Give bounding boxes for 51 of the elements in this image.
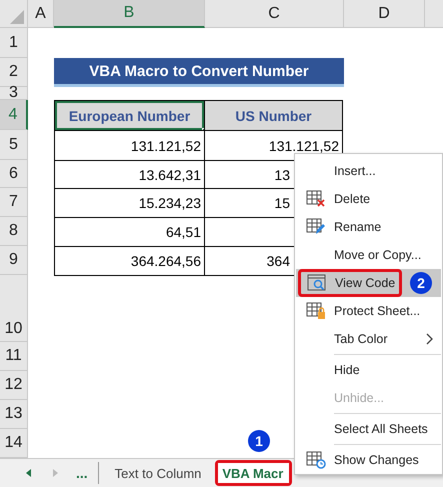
- row-header[interactable]: 5: [0, 130, 28, 160]
- row-header[interactable]: 10: [0, 275, 28, 342]
- table-header-cell: European Number: [54, 100, 205, 131]
- row-header[interactable]: 8: [0, 217, 28, 246]
- menu-label: Rename: [334, 220, 382, 234]
- menu-label: Unhide...: [334, 391, 384, 405]
- row-header[interactable]: 13: [0, 400, 28, 429]
- menu-item[interactable]: Select All Sheets: [296, 415, 441, 443]
- table-cell: 364.264,56: [54, 246, 205, 276]
- row-header[interactable]: 6: [0, 160, 28, 188]
- row-header[interactable]: 12: [0, 371, 28, 400]
- row-header[interactable]: 9: [0, 246, 28, 275]
- menu-item[interactable]: View Code 2: [296, 269, 441, 297]
- scroll-left-icon[interactable]: [24, 468, 34, 478]
- column-header[interactable]: D: [344, 0, 425, 28]
- menu-label: Tab Color: [334, 332, 388, 346]
- row-header[interactable]: 1: [0, 28, 28, 58]
- menu-label: Protect Sheet...: [334, 304, 420, 318]
- sheet-tab[interactable]: VBA Macr: [218, 463, 290, 483]
- column-header[interactable]: C: [205, 0, 344, 28]
- lock-sheet-icon: [306, 302, 326, 320]
- table-cell: 131.121,52: [54, 130, 205, 161]
- rename-icon: [306, 218, 326, 236]
- row-header[interactable]: 3: [0, 87, 28, 100]
- row-header[interactable]: 4: [0, 100, 28, 130]
- menu-label: View Code: [335, 276, 396, 290]
- show-changes-icon: [306, 451, 326, 469]
- row-header[interactable]: 2: [0, 58, 28, 87]
- scroll-right-icon[interactable]: [50, 468, 60, 478]
- row-header[interactable]: 11: [0, 342, 28, 371]
- step-badge: 1: [248, 430, 270, 452]
- sheet-tab[interactable]: Text to Column: [110, 459, 208, 487]
- view-code-icon: [307, 274, 327, 292]
- menu-label: Show Changes: [334, 453, 419, 467]
- menu-item[interactable]: Hide: [296, 356, 441, 384]
- delete-icon: [306, 190, 326, 208]
- menu-item[interactable]: Protect Sheet...: [296, 297, 441, 325]
- column-header[interactable]: B: [54, 0, 205, 28]
- more-tabs[interactable]: ...: [76, 465, 88, 481]
- step-badge: 2: [410, 272, 432, 294]
- sheet-title: VBA Macro to Convert Number: [54, 58, 344, 87]
- column-header[interactable]: [425, 0, 443, 28]
- table-header-cell: US Number: [204, 100, 343, 131]
- menu-label: Select All Sheets: [334, 422, 428, 436]
- row-header[interactable]: 14: [0, 429, 28, 458]
- menu-item[interactable]: Tab Color: [296, 325, 441, 353]
- column-header[interactable]: A: [28, 0, 54, 28]
- menu-label: Hide: [334, 363, 360, 377]
- menu-item[interactable]: Show Changes: [296, 446, 441, 474]
- row-header[interactable]: 7: [0, 188, 28, 217]
- select-all-icon[interactable]: [10, 10, 24, 24]
